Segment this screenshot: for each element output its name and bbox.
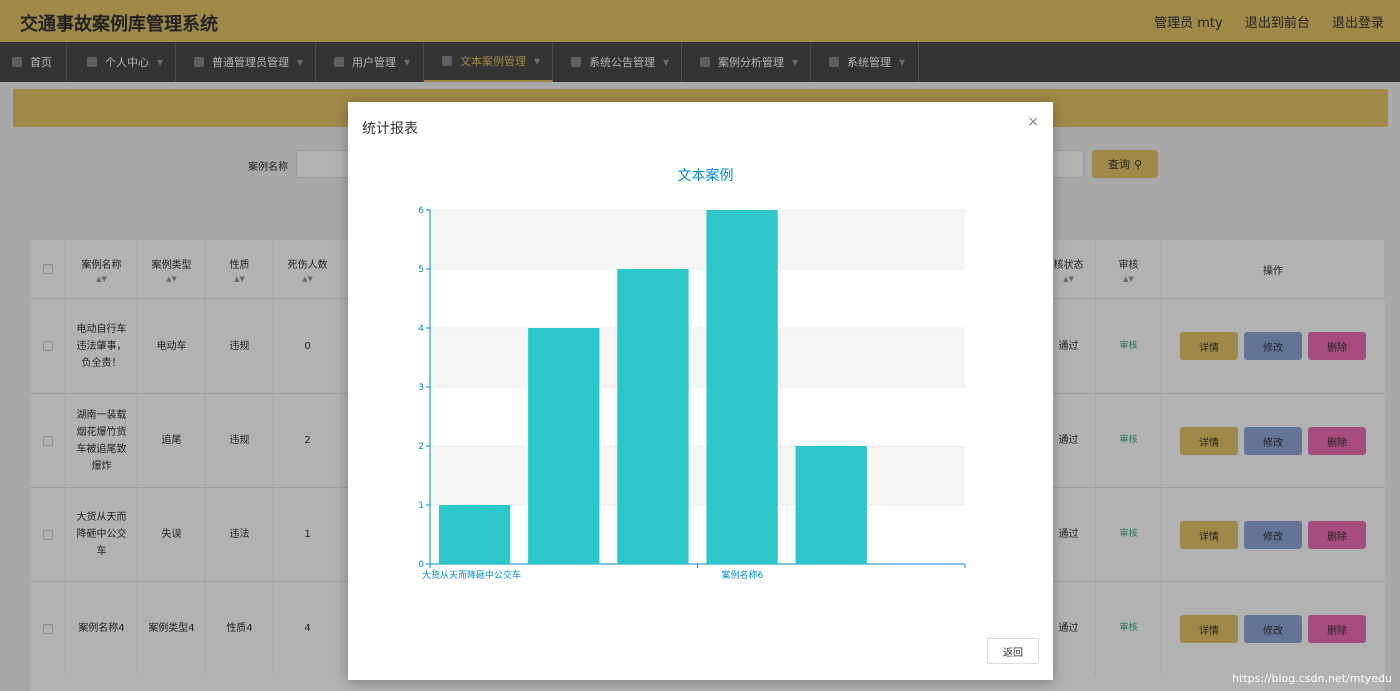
y-tick-label: 1 xyxy=(418,501,424,511)
y-tick-label: 2 xyxy=(418,442,424,452)
y-tick-label: 5 xyxy=(418,265,424,275)
back-button[interactable]: 返回 xyxy=(987,638,1039,664)
dialog-title: 统计报表 xyxy=(362,121,418,137)
y-tick-label: 6 xyxy=(418,206,424,216)
bar xyxy=(617,269,689,564)
y-tick-label: 3 xyxy=(418,383,424,393)
grid-band xyxy=(430,446,965,505)
close-icon[interactable]: × xyxy=(1027,114,1039,130)
bar-chart: 文本案例 0 1 2 3 4 5 6 大货从天而降砸中公交车 案例名称6 xyxy=(418,167,966,581)
grid-band xyxy=(430,210,965,269)
bar xyxy=(795,446,867,564)
y-tick-label: 0 xyxy=(418,560,424,570)
stats-dialog: 统计报表 × 文本案例 0 1 2 3 4 5 6 大货从天而降砸中公交车 案例名称6 返回 xyxy=(348,102,1053,680)
watermark-text: https://blog.csdn.net/mtyedu xyxy=(1232,672,1392,685)
x-tick-label: 案例名称6 xyxy=(722,569,764,581)
x-tick-label: 大货从天而降砸中公交车 xyxy=(422,569,521,581)
bar xyxy=(528,328,600,564)
chart-title: 文本案例 xyxy=(678,167,734,184)
grid-band xyxy=(430,328,965,387)
bar xyxy=(706,210,778,564)
bar xyxy=(438,505,511,564)
y-tick-label: 4 xyxy=(418,324,424,334)
